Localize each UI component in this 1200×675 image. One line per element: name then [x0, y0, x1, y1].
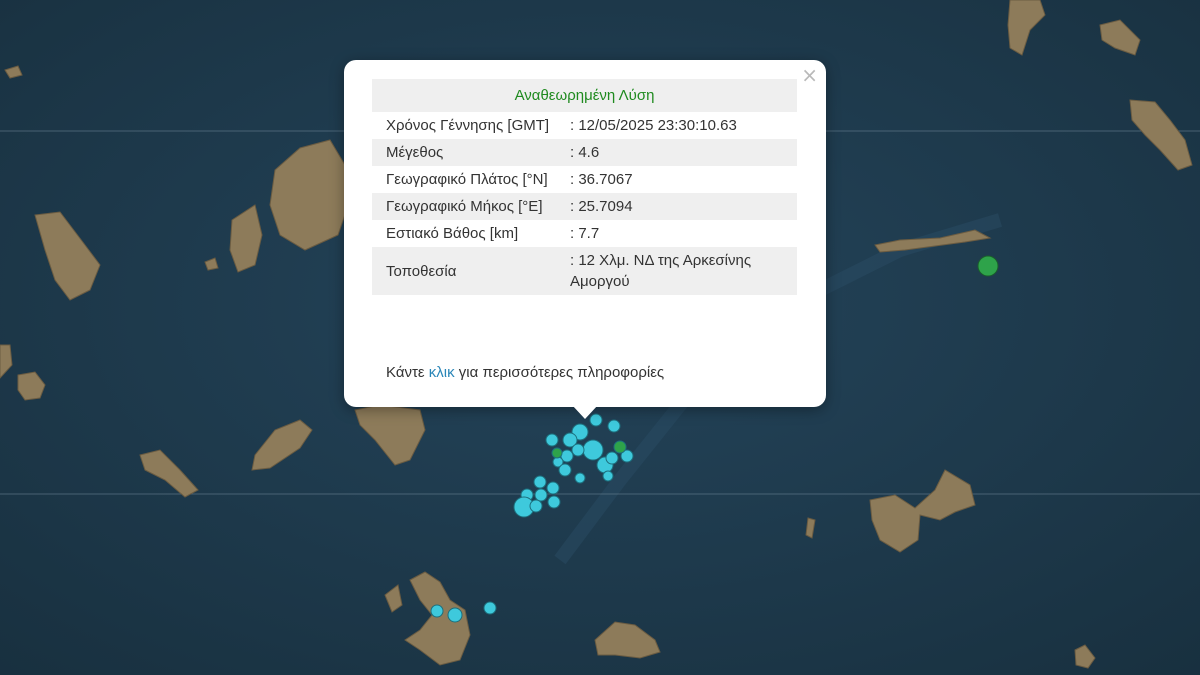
quake-marker [607, 419, 621, 433]
quake-marker [574, 472, 586, 484]
info-row-depth: Εστιακό Βάθος [km] : 7.7 [372, 220, 797, 247]
quake-marker [545, 433, 559, 447]
more-info-text: Κάντε κλικ για περισσότερες πληροφορίες [386, 364, 664, 381]
quake-marker [546, 481, 560, 495]
info-row-latitude: Γεωγραφικό Πλάτος [°N] : 36.7067 [372, 166, 797, 193]
quake-marker [483, 601, 497, 615]
info-value: : 4.6 [564, 139, 797, 166]
info-value: : 36.7067 [570, 171, 633, 188]
info-label: Μέγεθος [372, 139, 564, 166]
quake-marker [602, 470, 614, 482]
info-value: : 12 Χλμ. ΝΔ της Αρκεσίνης Αμοργού [564, 247, 797, 295]
info-row-time: Χρόνος Γέννησης [GMT] : 12/05/2025 23:30… [372, 112, 797, 139]
info-row-magnitude: Μέγεθος : 4.6 [372, 139, 797, 166]
info-label: Γεωγραφικό Πλάτος [°N] [386, 171, 548, 188]
more-info-suffix: για περισσότερες πληροφορίες [458, 364, 665, 381]
quake-marker [551, 447, 563, 459]
quake-marker [558, 463, 572, 477]
quake-marker [613, 440, 627, 454]
quake-marker-main [582, 439, 604, 461]
info-row-longitude: Γεωγραφικό Μήκος [°E] : 25.7094 [372, 193, 797, 220]
quake-marker [571, 443, 585, 457]
quake-marker-green [977, 255, 999, 277]
earthquake-info-table: Αναθεωρημένη Λύση Χρόνος Γέννησης [GMT] … [372, 79, 797, 295]
quake-marker [605, 451, 619, 465]
quake-marker [533, 475, 547, 489]
more-info-link[interactable]: κλικ [429, 364, 455, 381]
info-row-location: Τοποθεσία : 12 Χλμ. ΝΔ της Αρκεσίνης Αμο… [372, 247, 797, 295]
info-value: : 12/05/2025 23:30:10.63 [570, 117, 737, 134]
popup-tip [572, 405, 598, 419]
quake-marker [529, 499, 543, 513]
info-label: Γεωγραφικό Μήκος [°E] [372, 193, 564, 220]
info-value: : 25.7094 [564, 193, 797, 220]
info-label: Εστιακό Βάθος [km] [386, 225, 519, 242]
quake-marker [534, 488, 548, 502]
more-info-prefix: Κάντε [386, 364, 425, 381]
info-label: Χρόνος Γέννησης [GMT] [386, 117, 550, 134]
close-icon[interactable]: × [801, 65, 818, 85]
earthquake-info-popup: × Αναθεωρημένη Λύση Χρόνος Γέννησης [GMT… [344, 60, 826, 407]
info-label: Τοποθεσία [372, 247, 564, 295]
quake-marker [430, 604, 444, 618]
quake-marker [547, 495, 561, 509]
info-value: : 7.7 [570, 225, 600, 242]
quake-marker [447, 607, 463, 623]
popup-title: Αναθεωρημένη Λύση [372, 79, 797, 112]
